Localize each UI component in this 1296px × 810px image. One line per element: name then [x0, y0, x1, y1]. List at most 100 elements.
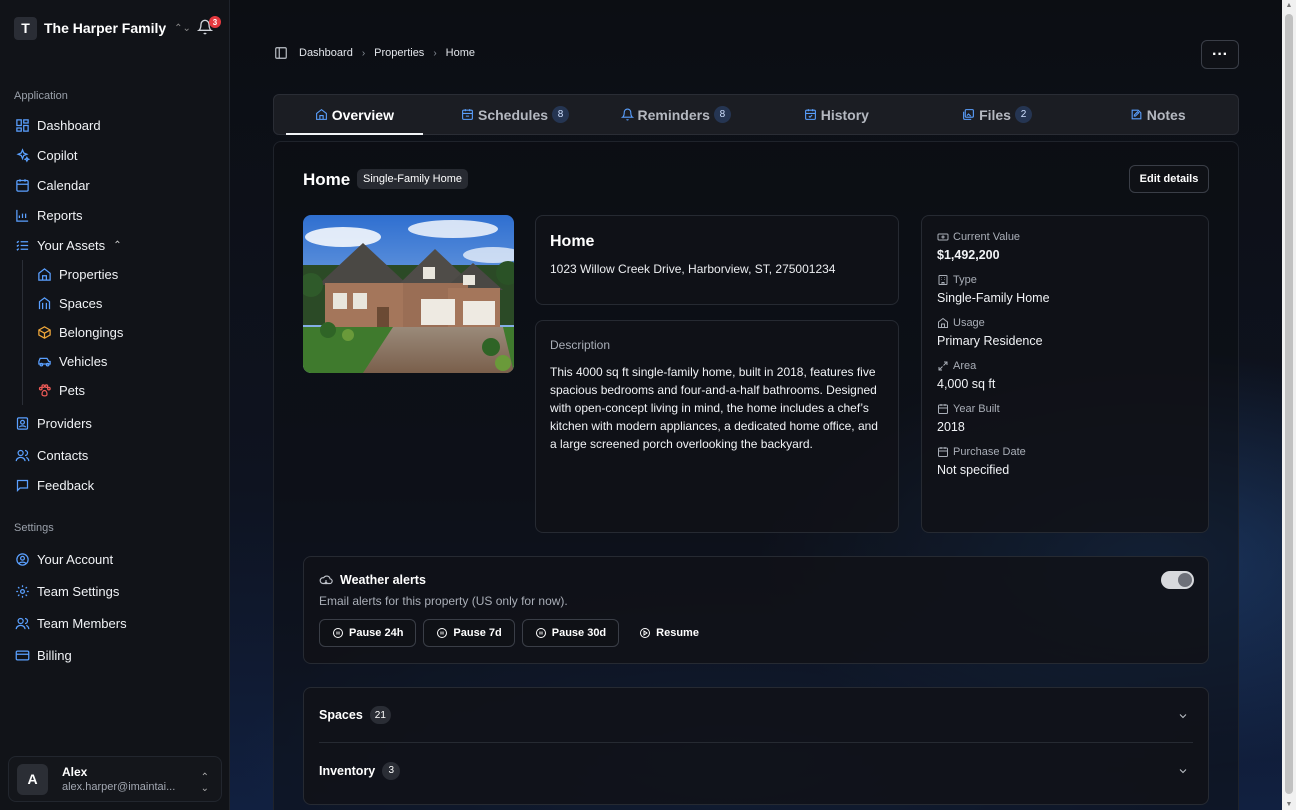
- tab-label: Notes: [1146, 106, 1186, 123]
- user-menu[interactable]: A Alex alex.harper@imaintai... ⌃ ⌄: [8, 756, 222, 802]
- sidebar-item-label: Providers: [37, 415, 92, 431]
- breadcrumb-properties[interactable]: Properties: [374, 47, 424, 59]
- chevron-down-icon: [1179, 714, 1187, 719]
- note-icon: [1131, 109, 1142, 120]
- description-card: Description This 4000 sq ft single-famil…: [535, 320, 899, 533]
- sidebar-item-team-members[interactable]: Team Members: [0, 607, 229, 639]
- sidebar-item-label: Spaces: [59, 296, 103, 311]
- family-initial: T: [14, 16, 37, 40]
- tab-count-badge: 8: [713, 106, 731, 123]
- section-label-application: Application: [14, 90, 68, 102]
- sidebar-item-dashboard[interactable]: Dashboard: [0, 110, 229, 140]
- sidebar-item-pets[interactable]: Pets: [23, 376, 229, 405]
- edit-details-button[interactable]: Edit details: [1129, 165, 1209, 193]
- sidebar-item-copilot[interactable]: Copilot: [0, 140, 229, 170]
- sidebar-item-properties[interactable]: Properties: [23, 260, 229, 289]
- scrollbar-thumb[interactable]: [1285, 14, 1293, 794]
- description-label: Description: [550, 338, 611, 352]
- accordion-count: 3: [382, 761, 401, 780]
- contact-book-icon: [16, 416, 29, 430]
- sidebar-item-feedback[interactable]: Feedback: [0, 470, 229, 500]
- breadcrumb-dashboard[interactable]: Dashboard: [299, 47, 353, 59]
- sidebar-item-providers[interactable]: Providers: [0, 408, 229, 438]
- pause-circle-icon: [535, 628, 546, 638]
- button-label: Pause 24h: [349, 627, 404, 639]
- sidebar-item-belongings[interactable]: Belongings: [23, 318, 229, 347]
- sidebar-item-label: Contacts: [37, 447, 89, 463]
- user-circle-icon: [16, 552, 29, 566]
- chevrons-updown-icon: ⌃⌄: [174, 22, 191, 34]
- sidebar-item-reports[interactable]: Reports: [0, 200, 229, 230]
- sidebar-item-billing[interactable]: Billing: [0, 639, 229, 671]
- fact-value: 2018: [937, 420, 965, 434]
- chevrons-updown-icon: ⌃⌄: [200, 772, 209, 794]
- pause-30d-button[interactable]: Pause 30d: [521, 619, 620, 647]
- fact-value: Not specified: [937, 463, 1010, 477]
- sidebar-toggle-icon[interactable]: [274, 46, 288, 60]
- button-label: Pause 30d: [551, 627, 607, 639]
- fact-year-built: Year Built 2018: [937, 403, 1193, 434]
- sidebar-item-your-assets[interactable]: Your Assets ⌃: [0, 230, 229, 260]
- tab-label: Reminders: [637, 106, 710, 123]
- sidebar-item-label: Your Assets: [37, 237, 106, 253]
- property-title: Home: [303, 170, 351, 189]
- sidebar-item-spaces[interactable]: Spaces: [23, 289, 229, 318]
- property-description: This 4000 sq ft single-family home, buil…: [550, 365, 878, 451]
- scroll-up-arrow[interactable]: ▲: [1285, 2, 1293, 9]
- tab-label: Schedules: [477, 106, 549, 123]
- accordion-inventory[interactable]: Inventory 3: [319, 743, 1193, 798]
- property-type-badge: Single-Family Home: [357, 169, 469, 189]
- notifications-button[interactable]: 3: [196, 16, 221, 37]
- pause-7d-button[interactable]: Pause 7d: [423, 619, 515, 647]
- fact-label: Purchase Date: [953, 446, 1026, 458]
- more-options-button[interactable]: ···: [1201, 40, 1239, 69]
- button-label: Pause 7d: [453, 627, 502, 639]
- sidebar-item-label: Vehicles: [59, 354, 108, 369]
- tab-bar: Overview Schedules 8 Reminders 8 History…: [273, 94, 1239, 135]
- tab-schedules[interactable]: Schedules 8: [435, 95, 596, 134]
- tab-files[interactable]: Files 2: [917, 95, 1078, 134]
- sidebar-item-your-account[interactable]: Your Account: [0, 543, 229, 575]
- sidebar-item-calendar[interactable]: Calendar: [0, 170, 229, 200]
- accordion-spaces[interactable]: Spaces 21: [319, 688, 1193, 743]
- tab-reminders[interactable]: Reminders 8: [595, 95, 756, 134]
- car-icon: [38, 357, 51, 367]
- dashboard-icon: [16, 118, 29, 132]
- scroll-down-arrow[interactable]: ▼: [1285, 801, 1293, 808]
- weather-alerts-card: Weather alerts Email alerts for this pro…: [303, 556, 1209, 664]
- pause-24h-button[interactable]: Pause 24h: [319, 619, 417, 647]
- chevron-up-icon: ⌃: [113, 239, 122, 251]
- fact-value: Single-Family Home: [937, 291, 1050, 305]
- assets-submenu: Properties Spaces Belongings Vehicles Pe…: [22, 260, 229, 405]
- family-switcher[interactable]: T The Harper Family ⌃⌄: [0, 0, 229, 56]
- sidebar-item-team-settings[interactable]: Team Settings: [0, 575, 229, 607]
- sidebar-item-label: Your Account: [37, 551, 114, 567]
- page-scrollbar[interactable]: ▲ ▼: [1282, 0, 1296, 810]
- sidebar-item-contacts[interactable]: Contacts: [0, 440, 229, 470]
- building-icon: [938, 275, 948, 285]
- avatar: A: [17, 763, 48, 795]
- sidebar: T The Harper Family ⌃⌄ 3 Application Das…: [0, 0, 230, 810]
- pause-circle-icon: [333, 628, 343, 638]
- user-email: alex.harper@imaintai...: [62, 781, 176, 793]
- sidebar-item-label: Calendar: [37, 177, 90, 193]
- fact-value: $1,492,200: [937, 248, 1000, 262]
- sidebar-item-label: Team Settings: [37, 583, 120, 599]
- chart-icon: [16, 209, 29, 222]
- breadcrumb-home: Home: [445, 47, 475, 59]
- play-circle-icon: [640, 628, 651, 638]
- tab-overview[interactable]: Overview: [274, 95, 435, 135]
- chevron-down-icon: [1179, 769, 1187, 774]
- sidebar-item-vehicles[interactable]: Vehicles: [23, 347, 229, 376]
- tab-history[interactable]: History: [756, 95, 917, 134]
- images-icon: [963, 109, 974, 120]
- property-facts-card: Current Value $1,492,200 Type Single-Fam…: [921, 215, 1209, 533]
- weather-alerts-toggle[interactable]: [1161, 571, 1194, 589]
- house-icon: [315, 108, 327, 120]
- tab-notes[interactable]: Notes: [1077, 95, 1238, 134]
- property-photo: [303, 215, 514, 373]
- calendar-icon: [938, 447, 948, 457]
- resume-button[interactable]: Resume: [626, 619, 712, 647]
- list-icon: [16, 240, 29, 251]
- accordion-label: Inventory: [319, 763, 376, 778]
